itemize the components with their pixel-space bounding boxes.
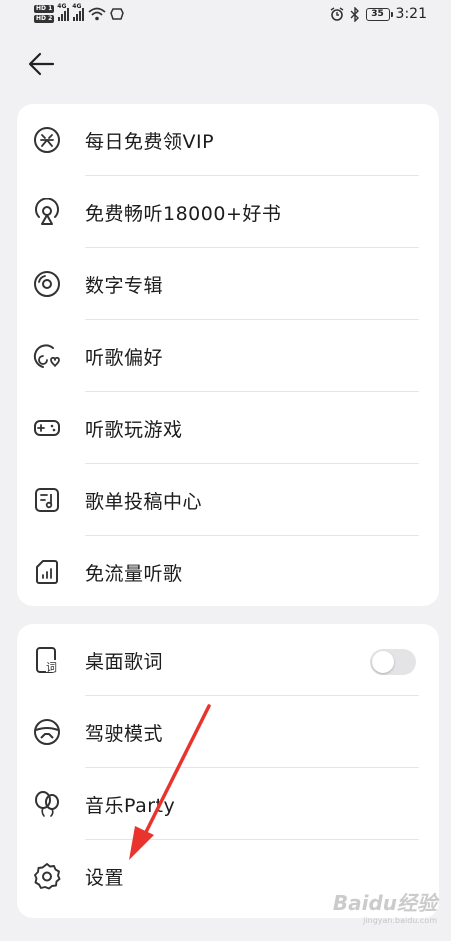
menu-item-label: 驾驶模式 [85,722,164,745]
disc-icon [34,271,60,297]
shield-icon [110,8,125,20]
menu-item-digital-album[interactable]: 数字专辑 [17,248,439,320]
battery-level: 35 [371,9,384,19]
toggle-knob [372,651,394,673]
menu-item-listening-preference[interactable]: 听歌偏好 [17,320,439,392]
menu-item-label: 音乐Party [85,794,176,817]
menu-item-desktop-lyrics[interactable]: 词 桌面歌词 [17,624,439,696]
menu-item-free-vip[interactable]: 每日免费领VIP [17,104,439,176]
music-heart-icon [33,344,60,368]
watermark-sub: jingyan.baidu.com [363,916,437,925]
arrow-left-icon [28,52,55,76]
menu-item-label: 免流量听歌 [85,562,183,585]
bluetooth-icon [350,6,359,22]
watermark: Baidu经验 jingyan.baidu.com [333,887,437,925]
menu-item-music-games[interactable]: 听歌玩游戏 [17,392,439,464]
status-bar: HD 1 HD 2 4G 4G 35 3:21 [0,0,451,34]
menu-item-label: 歌单投稿中心 [85,490,203,513]
steering-wheel-icon [34,719,60,745]
menu-card-main: 每日免费领VIP 免费畅听18000+好书 数字专辑 听歌偏好 听歌玩游戏 歌单… [17,104,439,606]
clock: 3:21 [395,6,427,22]
menu-item-label: 听歌偏好 [85,346,164,369]
sim2-label: HD 2 [34,15,55,23]
menu-item-label: 设置 [85,866,125,889]
lyrics-icon: 词 [36,647,59,674]
gear-icon [34,863,61,890]
menu-item-label: 数字专辑 [85,274,164,297]
battery-icon: 35 [365,7,393,21]
menu-item-driving-mode[interactable]: 驾驶模式 [17,696,439,768]
wifi-icon [88,7,106,21]
gamepad-icon [34,420,60,436]
playlist-icon [35,488,59,512]
menu-item-music-party[interactable]: 音乐Party [17,768,439,840]
menu-item-label: 桌面歌词 [85,650,164,673]
desktop-lyrics-toggle[interactable] [370,649,416,675]
status-left: HD 1 HD 2 4G 4G [34,3,125,24]
menu-item-audiobooks[interactable]: 免费畅听18000+好书 [17,176,439,248]
signal-2-icon: 4G [72,3,85,21]
watermark-text: Baidu经验 [332,891,437,915]
sim-card-icon [36,560,58,584]
sim-indicators: HD 1 HD 2 [34,4,55,24]
menu-item-playlist-submission[interactable]: 歌单投稿中心 [17,464,439,536]
back-button[interactable] [24,48,60,80]
status-right: 35 3:21 [330,6,427,22]
alarm-icon [330,7,343,21]
svg-text:词: 词 [46,661,57,674]
menu-card-settings: 词 桌面歌词 驾驶模式 音乐Party 设置 [17,624,439,918]
sim1-label: HD 1 [34,5,55,13]
award-badge-icon [34,127,60,153]
menu-item-label: 免费畅听18000+好书 [85,202,282,225]
balloon-icon [35,791,59,817]
menu-item-data-free[interactable]: 免流量听歌 [17,536,439,608]
menu-item-label: 每日免费领VIP [85,130,215,153]
signal-1-icon: 4G [57,3,70,21]
podcast-icon [35,198,59,225]
menu-item-label: 听歌玩游戏 [85,418,183,441]
